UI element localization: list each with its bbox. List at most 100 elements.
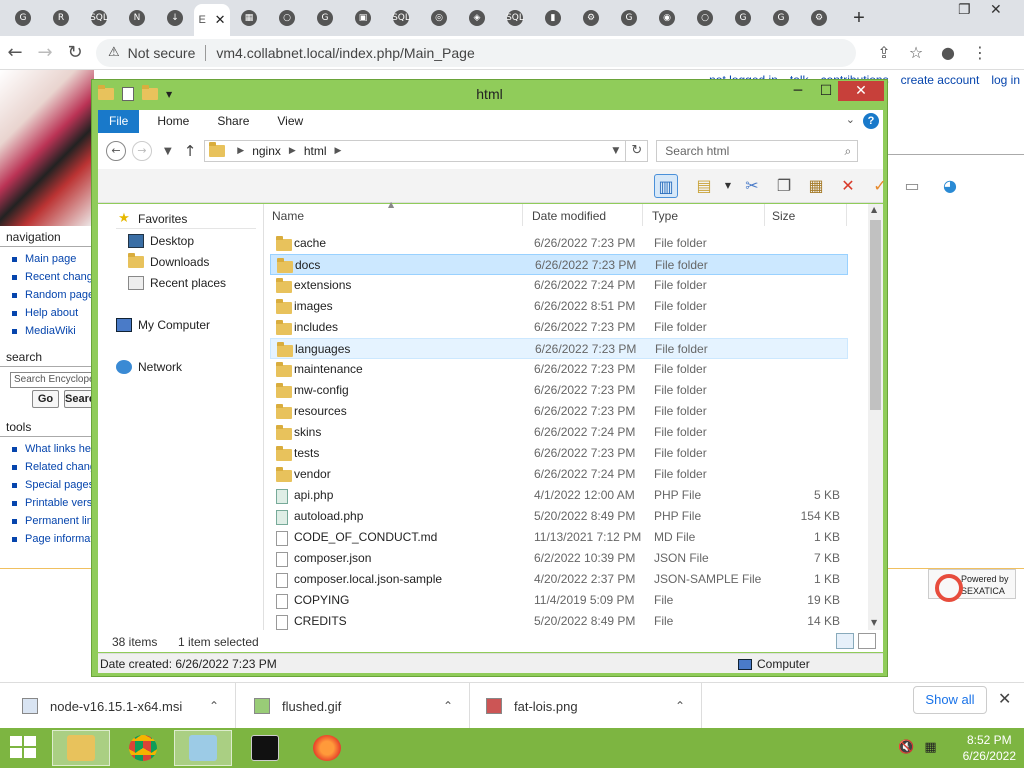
explorer-titlebar[interactable]: ▼ html ─ ☐ ✕ xyxy=(92,80,887,108)
restore-icon[interactable]: ❐ xyxy=(958,2,971,18)
portlet-link[interactable]: Special pages xyxy=(12,476,94,494)
file-row[interactable]: includes 6/26/2022 7:23 PM File folder xyxy=(270,317,848,338)
browser-tab[interactable]: R xyxy=(42,3,80,33)
start-button[interactable] xyxy=(10,736,38,760)
portlet-link[interactable]: Random page xyxy=(12,286,94,304)
file-row[interactable]: resources 6/26/2022 7:23 PM File folder xyxy=(270,401,848,422)
column-size[interactable]: Size xyxy=(772,209,795,223)
browser-tab[interactable]: ↓ xyxy=(156,3,194,33)
volume-muted-icon[interactable]: 🔇 xyxy=(898,740,914,755)
taskbar-file-explorer[interactable] xyxy=(52,730,110,766)
file-row[interactable]: skins 6/26/2022 7:24 PM File folder xyxy=(270,422,848,443)
address-dropdown-icon[interactable]: ▼ xyxy=(612,146,619,156)
file-row[interactable]: COPYING 11/4/2019 5:09 PM File 19 KB xyxy=(270,590,848,611)
search-button[interactable]: Search xyxy=(64,390,94,408)
address-bar[interactable]: ⚠ Not secure vm4.collabnet.local/index.p… xyxy=(96,38,856,67)
cut-icon[interactable]: ✂ xyxy=(740,174,764,198)
file-row[interactable]: composer.local.json-sample 4/20/2022 2:37… xyxy=(270,569,848,590)
browser-tab[interactable]: SQL xyxy=(496,3,534,33)
file-row[interactable]: mw-config 6/26/2022 7:23 PM File folder xyxy=(270,380,848,401)
view-dropdown-icon[interactable]: ▼ xyxy=(716,174,740,198)
minimize-icon[interactable]: ─ xyxy=(784,82,812,100)
browser-tab[interactable]: G xyxy=(762,3,800,33)
personal-link[interactable]: create account xyxy=(901,73,980,87)
file-row[interactable]: docs 6/26/2022 7:23 PM File folder xyxy=(270,254,848,275)
show-all-button[interactable]: Show all xyxy=(913,686,987,714)
nav-my-computer[interactable]: My Computer xyxy=(116,315,210,335)
browser-tab[interactable]: ▣ xyxy=(344,3,382,33)
tab-share[interactable]: Share xyxy=(203,110,263,133)
download-item-msi[interactable]: node-v16.15.1-x64.msi ⌃ xyxy=(0,683,236,729)
file-row[interactable]: extensions 6/26/2022 7:24 PM File folder xyxy=(270,275,848,296)
reload-icon[interactable]: ↻ xyxy=(60,42,90,63)
forward-button-icon[interactable]: → xyxy=(132,141,152,161)
select-check-icon[interactable]: ✓ xyxy=(868,174,892,198)
nav-downloads[interactable]: Downloads xyxy=(128,252,209,272)
portlet-link[interactable]: Recent changes xyxy=(12,268,94,286)
breadcrumb-html[interactable]: html xyxy=(304,144,327,158)
go-button[interactable]: Go xyxy=(32,390,59,408)
browser-tab[interactable]: ◎ xyxy=(420,3,458,33)
file-row[interactable]: CODE_OF_CONDUCT.md 11/13/2021 7:12 PM MD F… xyxy=(270,527,848,548)
clock[interactable]: 8:52 PM 6/26/2022 xyxy=(963,732,1016,764)
column-type[interactable]: Type xyxy=(652,209,678,223)
window-close-icon[interactable]: ✕ xyxy=(990,2,1002,18)
wiki-search-input[interactable]: Search Encyclopedia xyxy=(10,372,94,388)
ribbon-expand-icon[interactable]: ⌄ xyxy=(846,113,855,126)
browser-tab[interactable]: ○ xyxy=(686,3,724,33)
file-row[interactable]: CREDITS 5/20/2022 8:49 PM File 14 KB xyxy=(270,611,848,632)
nav-desktop[interactable]: Desktop xyxy=(128,231,194,251)
recent-locations-icon[interactable]: ▼ xyxy=(164,146,172,157)
bookmark-star-icon[interactable]: ☆ xyxy=(900,43,932,62)
forward-icon[interactable]: → xyxy=(30,42,60,63)
breadcrumb-arrow-icon[interactable]: ▶ xyxy=(334,146,341,156)
portlet-link[interactable]: Main page xyxy=(12,250,94,268)
large-icons-view-icon[interactable] xyxy=(858,633,876,649)
file-row[interactable]: languages 6/26/2022 7:23 PM File folder xyxy=(270,338,848,359)
copy-icon[interactable]: ❐ xyxy=(772,174,796,198)
browser-tab[interactable]: G xyxy=(724,3,762,33)
preview-pane-icon[interactable]: ▥ xyxy=(654,174,678,198)
breadcrumb-arrow-icon[interactable]: ▶ xyxy=(237,146,244,156)
network-tray-icon[interactable]: ▦ xyxy=(924,740,936,755)
taskbar-notepad[interactable] xyxy=(174,730,232,766)
browser-tab[interactable]: G xyxy=(4,3,42,33)
chevron-up-icon[interactable]: ⌃ xyxy=(675,699,685,713)
delete-icon[interactable]: ✕ xyxy=(836,174,860,198)
back-button-icon[interactable]: ← xyxy=(106,141,126,161)
scroll-up-icon[interactable]: ▲ xyxy=(871,205,877,214)
active-tab[interactable]: E ✕ xyxy=(194,4,230,36)
breadcrumb-arrow-icon[interactable]: ▶ xyxy=(289,146,296,156)
scroll-down-icon[interactable]: ▼ xyxy=(871,618,877,627)
share-icon[interactable]: ⇪ xyxy=(868,43,900,62)
chevron-up-icon[interactable]: ⌃ xyxy=(443,699,453,713)
breadcrumb-nginx[interactable]: nginx xyxy=(252,144,281,158)
vertical-scrollbar[interactable]: ▲ ▼ xyxy=(868,204,883,630)
column-name[interactable]: Name xyxy=(272,209,304,223)
browser-tab[interactable]: G xyxy=(306,3,344,33)
column-divider[interactable] xyxy=(764,204,765,226)
details-view-icon[interactable] xyxy=(836,633,854,649)
scrollbar-thumb[interactable] xyxy=(870,220,881,410)
browser-tab[interactable]: SQL xyxy=(382,3,420,33)
refresh-icon[interactable]: ↻ xyxy=(626,140,649,162)
file-row[interactable]: tests 6/26/2022 7:23 PM File folder xyxy=(270,443,848,464)
tab-file[interactable]: File xyxy=(98,110,140,133)
close-icon[interactable]: ✕ xyxy=(838,81,884,101)
file-row[interactable]: images 6/26/2022 8:51 PM File folder xyxy=(270,296,848,317)
tab-view[interactable]: View xyxy=(263,110,317,133)
taskbar-chrome[interactable] xyxy=(114,730,172,766)
nav-favorites[interactable]: ★ Favorites xyxy=(116,209,256,229)
taskbar-firefox[interactable] xyxy=(298,730,356,766)
browser-tab[interactable]: ◈ xyxy=(458,3,496,33)
maximize-icon[interactable]: ☐ xyxy=(812,82,840,100)
paste-icon[interactable]: ▦ xyxy=(804,174,828,198)
tab-close-icon[interactable]: ✕ xyxy=(215,13,226,28)
portlet-link[interactable]: Permanent link xyxy=(12,512,94,530)
browser-tab[interactable]: SQL xyxy=(80,3,118,33)
download-item-gif[interactable]: flushed.gif ⌃ xyxy=(236,683,470,729)
browser-tab[interactable]: ○ xyxy=(268,3,306,33)
breadcrumb[interactable]: ▶ nginx ▶ html ▶ ▼ xyxy=(204,140,627,162)
up-icon[interactable]: ↑ xyxy=(184,142,197,160)
change-view-icon[interactable]: ▤ xyxy=(692,174,716,198)
